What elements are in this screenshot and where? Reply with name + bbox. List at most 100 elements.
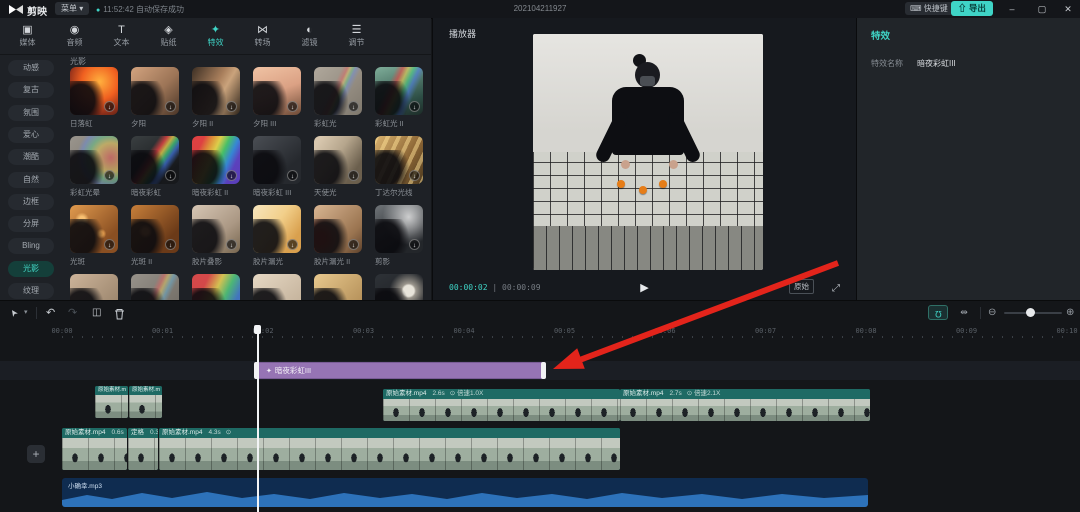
shortcuts-button[interactable]: ⌨ 快捷键 (905, 2, 953, 15)
sidebar-item-5[interactable]: 自然 (8, 172, 54, 188)
effect-item[interactable]: ↓夕阳 (127, 67, 183, 129)
sidebar-item-0[interactable]: 动感 (8, 60, 54, 76)
media-tool-5[interactable]: ⋈转场 (239, 20, 286, 52)
media-tool-7[interactable]: ☰调节 (333, 20, 380, 52)
video-table-front (533, 226, 763, 270)
freeze-frame-clip[interactable]: 定格0.3s (128, 428, 158, 470)
zoom-slider-knob[interactable] (1026, 308, 1035, 317)
playhead[interactable] (257, 325, 259, 512)
effect-item[interactable]: ↓胶片漏光 II (310, 205, 366, 267)
video-clip[interactable]: 原始素材.mp42.6s⊙ 倍速1.0X (383, 389, 620, 421)
media-tool-3[interactable]: ◈贴纸 (145, 20, 192, 52)
effect-item[interactable]: ↓天使光 (310, 136, 366, 198)
effect-item[interactable]: ↓光斑 (66, 205, 122, 267)
sidebar-item-1[interactable]: 复古 (8, 82, 54, 98)
media-tool-label: 贴纸 (161, 37, 177, 48)
sidebar-item-7[interactable]: 分屏 (8, 216, 54, 232)
sidebar-item-10[interactable]: 纹理 (8, 283, 54, 299)
effect-item[interactable]: ↓胶片叠影 (188, 205, 244, 267)
sidebar-item-6[interactable]: 边框 (8, 194, 54, 210)
effect-item[interactable]: ↓彩虹光 II (371, 67, 427, 129)
export-button[interactable]: ⇧ 导出 (951, 1, 993, 16)
playback-time: 00:00:02 | 00:00:09 (449, 283, 541, 292)
download-icon: ↓ (348, 239, 359, 250)
effect-item[interactable]: ↓ (66, 274, 122, 300)
fullscreen-icon[interactable]: ⤢ (832, 283, 840, 294)
download-icon: ↓ (287, 170, 298, 181)
audio-clip[interactable]: 小确幸.mp3 (62, 478, 868, 507)
main-video-clip[interactable]: 原始素材.mp40.6s (62, 428, 127, 470)
app-name: 剪映 (27, 3, 47, 18)
effect-item[interactable]: ↓暗夜彩虹 (127, 136, 183, 198)
download-icon: ↓ (409, 170, 420, 181)
person-face-mask (640, 76, 655, 86)
media-tool-icon: ☰ (352, 24, 362, 36)
effect-item[interactable]: ↓ (249, 274, 305, 300)
effect-thumbnail: ↓ (131, 67, 179, 115)
autosave-dot-icon: ● (96, 7, 100, 14)
sidebar-item-3[interactable]: 爱心 (8, 127, 54, 143)
minimize-button[interactable]: – (1000, 0, 1024, 18)
tab-effect[interactable]: 特效 (871, 28, 890, 42)
split-button[interactable]: ◫ (92, 305, 101, 321)
undo-button[interactable]: ↶ (46, 305, 55, 321)
video-clip[interactable]: 原始素材.mp42.7s⊙ 倍速2.1X (620, 389, 870, 421)
effect-item[interactable]: ↓胶片漏光 (249, 205, 305, 267)
media-tool-2[interactable]: T文本 (98, 20, 145, 52)
effect-clip[interactable]: ✦暗夜彩虹III (255, 362, 545, 379)
select-tool-dropdown[interactable]: ▾ (24, 305, 28, 321)
effect-item[interactable]: ↓彩虹光 (310, 67, 366, 129)
effect-item[interactable]: ↓丁达尔光线 (371, 136, 427, 198)
ruler-label: 00:10 (1056, 327, 1077, 335)
download-icon: ↓ (104, 170, 115, 181)
sidebar-item-2[interactable]: 氛围 (8, 105, 54, 121)
timeline-ruler[interactable]: 00:0000:0100:0200:0300:0400:0500:0600:07… (0, 325, 1080, 341)
overlay-video-clip[interactable]: 原始素材.m (129, 386, 162, 418)
overlay-video-clip[interactable]: 原始素材.m (95, 386, 128, 418)
effect-name: 胶片漏光 (253, 256, 305, 267)
effect-item[interactable]: ↓夕阳 III (249, 67, 305, 129)
effect-item[interactable]: ↓ (371, 274, 427, 300)
ruler-label: 00:07 (755, 327, 776, 335)
effect-name: 暗夜彩虹 II (192, 187, 244, 198)
menu-dropdown[interactable]: 菜单 ▾ (55, 2, 89, 15)
original-ratio-button[interactable]: 原始 (789, 279, 814, 294)
effect-item[interactable]: ↓日落虹 (66, 67, 122, 129)
effect-item[interactable]: ↓剪影 (371, 205, 427, 267)
playhead-handle[interactable] (254, 325, 261, 334)
media-tool-0[interactable]: ▣媒体 (4, 20, 51, 52)
main-video-clip[interactable]: 原始素材.mp44.3s⊙ (159, 428, 620, 470)
media-tool-1[interactable]: ◉音频 (51, 20, 98, 52)
media-tool-6[interactable]: ◐滤镜 (286, 20, 333, 52)
maximize-button[interactable]: ▢ (1030, 0, 1054, 18)
media-tool-label: 文本 (114, 37, 130, 48)
person-hand (669, 160, 678, 169)
effect-item[interactable]: ↓ (310, 274, 366, 300)
sidebar-item-9[interactable]: 光影 (8, 261, 54, 277)
zoom-in-icon[interactable]: ⊕ (1066, 305, 1074, 321)
magnet-snap-toggle[interactable]: Ω (928, 305, 948, 320)
play-button[interactable]: ▶ (640, 281, 648, 294)
media-tool-4[interactable]: ✦特效 (192, 20, 239, 52)
effect-name: 夕阳 III (253, 118, 305, 129)
zoom-out-icon[interactable]: ⊖ (988, 305, 996, 321)
effect-item[interactable]: ↓夕阳 II (188, 67, 244, 129)
effect-item[interactable]: ↓光斑 II (127, 205, 183, 267)
effect-item[interactable]: ↓暗夜彩虹 III (249, 136, 305, 198)
effect-thumbnail: ↓ (70, 67, 118, 115)
effect-item[interactable]: ↓暗夜彩虹 II (188, 136, 244, 198)
sidebar-item-8[interactable]: Bling (8, 238, 54, 254)
linkage-toggle[interactable]: ⇹ (954, 305, 974, 320)
add-track-button[interactable]: + (27, 445, 45, 463)
effect-item[interactable]: ↓ (127, 274, 183, 300)
effect-name-label: 特效名称 (871, 58, 903, 69)
sidebar-item-4[interactable]: 潮酷 (8, 149, 54, 165)
delete-button[interactable] (114, 308, 125, 320)
video-preview[interactable] (533, 34, 763, 270)
redo-button[interactable]: ↷ (68, 305, 77, 321)
select-tool-button[interactable]: ➤ (10, 305, 18, 321)
close-button[interactable]: ✕ (1056, 0, 1080, 18)
effect-item[interactable]: ↓ (188, 274, 244, 300)
effect-item[interactable]: ↓彩虹光晕 (66, 136, 122, 198)
timeline-tracks: ✦暗夜彩虹III 原始素材.m 原始素材.m 原始素材.mp42.6s⊙ 倍速1… (0, 341, 1080, 512)
